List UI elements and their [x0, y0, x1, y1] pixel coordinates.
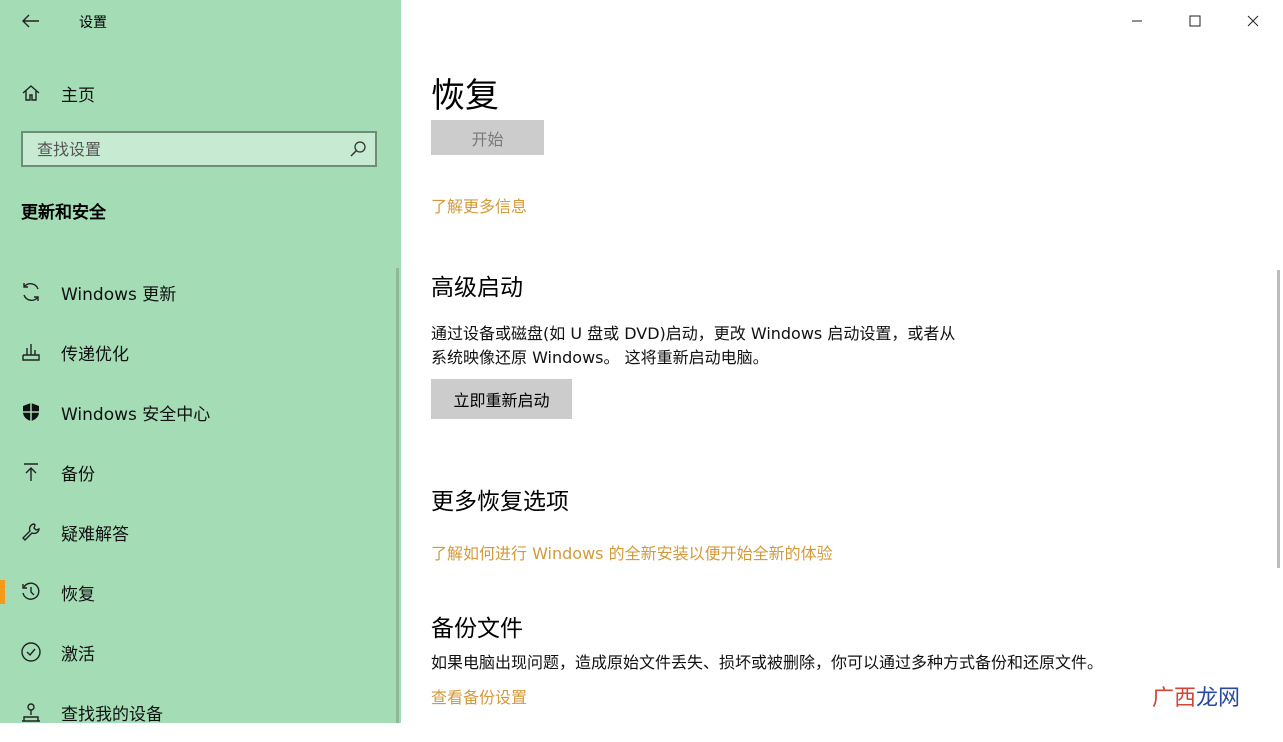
- recovery-history-icon: [20, 581, 42, 603]
- search-box[interactable]: [21, 131, 377, 167]
- more-recovery-heading: 更多恢复选项: [431, 489, 569, 515]
- page-title: 恢复: [431, 76, 499, 116]
- sidebar-item-label: Windows 安全中心: [61, 404, 211, 425]
- sidebar-item-label: Windows 更新: [61, 284, 177, 305]
- main-content: 恢复 开始 了解更多信息 高级启动 通过设备或磁盘(如 U 盘或 DVD)启动，…: [401, 0, 1283, 723]
- sidebar-item-backup[interactable]: 备份: [0, 442, 401, 502]
- sidebar-item-label: 传递优化: [61, 344, 129, 365]
- sidebar-item-label: 备份: [61, 464, 95, 485]
- sidebar-item-recovery[interactable]: 恢复: [0, 562, 401, 622]
- home-icon: [20, 82, 42, 104]
- fresh-install-link[interactable]: 了解如何进行 Windows 的全新安装以便开始全新的体验: [431, 540, 833, 564]
- sidebar-item-windows-security[interactable]: Windows 安全中心: [0, 382, 401, 442]
- minimize-icon: [1132, 20, 1142, 22]
- sidebar-item-label: 主页: [61, 85, 95, 106]
- delivery-optimization-icon: [20, 341, 42, 363]
- start-button[interactable]: 开始: [431, 120, 544, 155]
- sidebar-scrollbar[interactable]: [396, 268, 399, 723]
- sidebar-item-label: 疑难解答: [61, 524, 129, 545]
- backup-arrow-icon: [20, 461, 42, 483]
- search-input[interactable]: [23, 133, 343, 165]
- watermark-part1: 广西: [1152, 686, 1197, 711]
- backup-files-heading: 备份文件: [431, 616, 523, 642]
- main-scrollbar[interactable]: [1277, 270, 1280, 568]
- watermark: 广西龙网: [1152, 680, 1240, 712]
- sidebar-nav: Windows 更新 传递优化 Windows 安全中心 备份 疑难解答 恢复 …: [0, 262, 401, 742]
- minimize-button[interactable]: [1117, 6, 1157, 36]
- back-arrow-icon: [22, 14, 39, 28]
- maximize-icon: [1189, 15, 1201, 27]
- close-icon: [1247, 15, 1259, 27]
- sync-icon: [20, 281, 42, 303]
- close-button[interactable]: [1233, 6, 1273, 36]
- activation-check-icon: [20, 641, 42, 663]
- sidebar-item-activation[interactable]: 激活: [0, 622, 401, 682]
- advanced-startup-description-line1: 通过设备或磁盘(如 U 盘或 DVD)启动，更改 Windows 启动设置，或者…: [431, 324, 956, 343]
- sidebar-item-find-my-device[interactable]: 查找我的设备: [0, 682, 401, 742]
- advanced-startup-description-line2: 系统映像还原 Windows。 这将重新启动电脑。: [431, 348, 769, 367]
- sidebar-item-windows-update[interactable]: Windows 更新: [0, 262, 401, 322]
- advanced-startup-description: 通过设备或磁盘(如 U 盘或 DVD)启动，更改 Windows 启动设置，或者…: [431, 322, 1031, 370]
- sidebar: 设置 主页 更新和安全 Windows 更新 传递优化: [0, 0, 401, 725]
- sidebar-item-troubleshoot[interactable]: 疑难解答: [0, 502, 401, 562]
- back-button[interactable]: [18, 8, 44, 34]
- find-device-person-icon: [20, 701, 42, 723]
- wrench-icon: [20, 521, 42, 543]
- sidebar-item-label: 恢复: [61, 584, 95, 605]
- advanced-startup-heading: 高级启动: [431, 275, 523, 301]
- maximize-button[interactable]: [1175, 6, 1215, 36]
- learn-more-link[interactable]: 了解更多信息: [431, 193, 527, 217]
- sidebar-item-delivery-optimization[interactable]: 传递优化: [0, 322, 401, 382]
- section-title: 更新和安全: [21, 203, 106, 223]
- sidebar-item-home[interactable]: 主页: [0, 74, 401, 112]
- view-backup-settings-link[interactable]: 查看备份设置: [431, 684, 527, 708]
- search-icon[interactable]: [349, 140, 367, 158]
- shield-icon: [20, 401, 42, 423]
- sidebar-item-label: 激活: [61, 644, 95, 665]
- backup-files-description: 如果电脑出现问题，造成原始文件丢失、损坏或被删除，你可以通过多种方式备份和还原文…: [431, 653, 1104, 672]
- sidebar-item-label: 查找我的设备: [61, 704, 163, 725]
- watermark-part2: 龙网: [1196, 686, 1241, 711]
- app-title: 设置: [79, 15, 107, 31]
- restart-now-button[interactable]: 立即重新启动: [431, 379, 572, 419]
